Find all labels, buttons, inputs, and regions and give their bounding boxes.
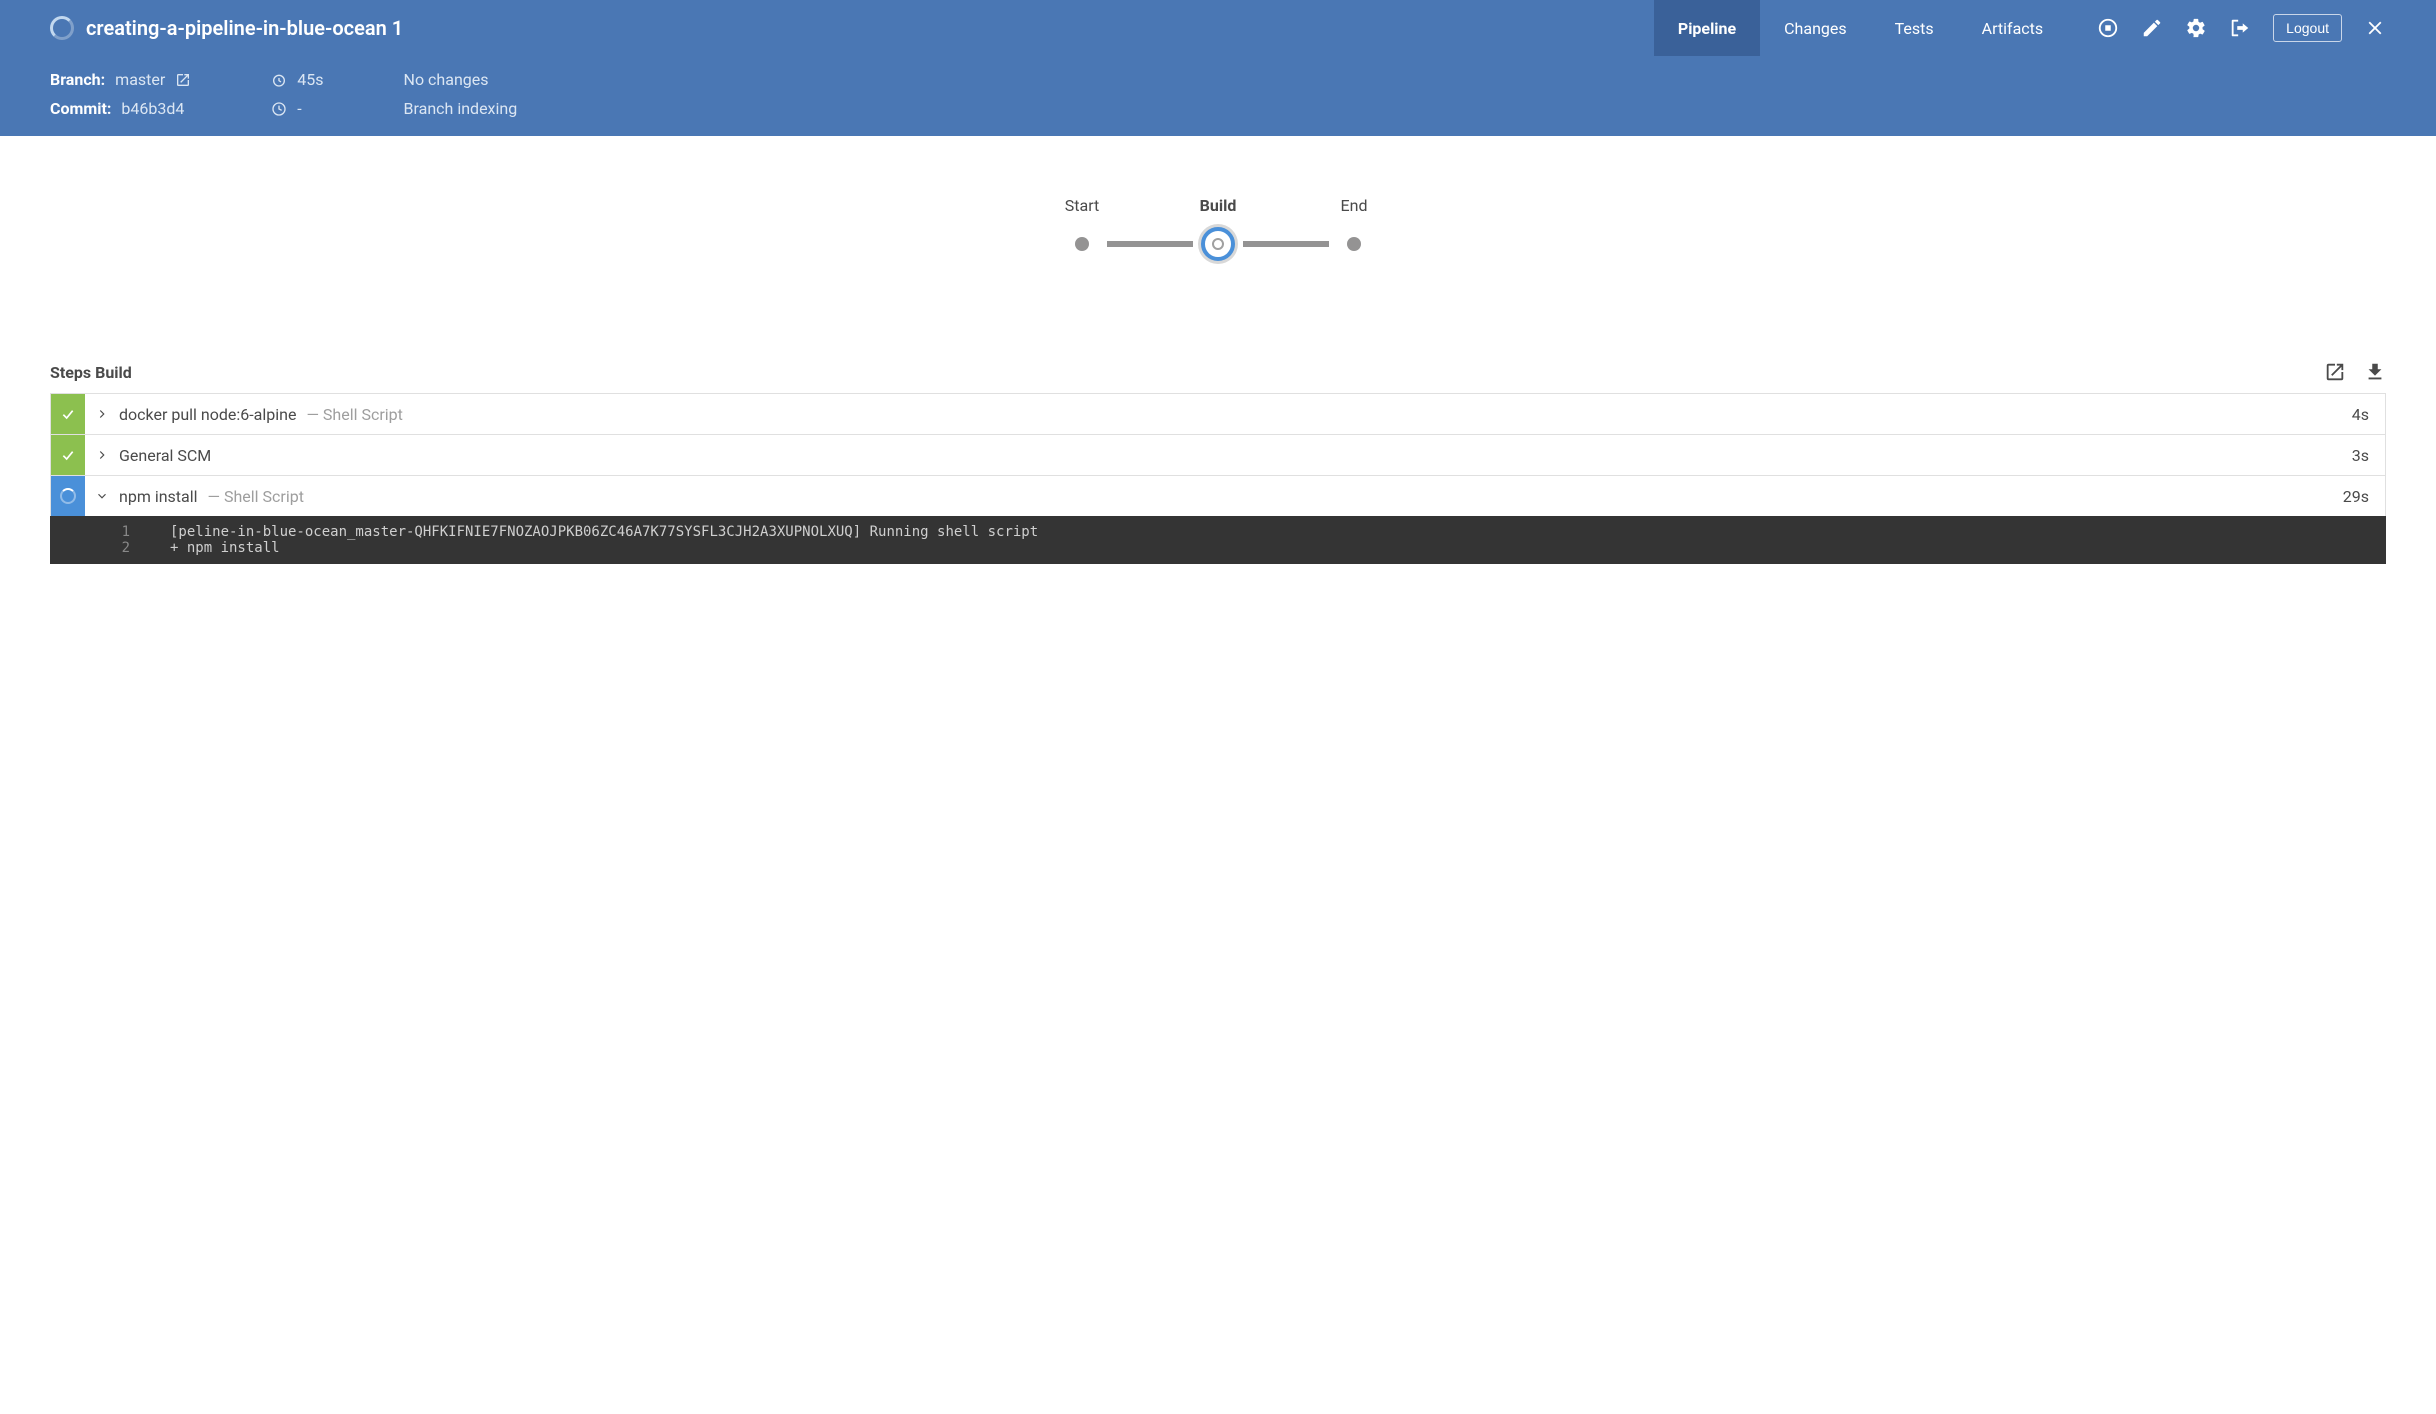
step-time: 4s [2352, 405, 2385, 424]
branch-value: master [115, 70, 165, 89]
step-time: 29s [2343, 487, 2385, 506]
page-title: creating-a-pipeline-in-blue-ocean 1 [50, 16, 403, 40]
duration-value: 45s [297, 70, 323, 89]
close-icon[interactable] [2364, 17, 2386, 39]
gear-icon[interactable] [2185, 17, 2207, 39]
console-line: 1[peline-in-blue-ocean_master-QHFKIFNIE7… [50, 524, 2386, 540]
steps-title: Steps Build [50, 363, 132, 382]
stage-label-start: Start [1057, 196, 1107, 215]
download-icon[interactable] [2364, 361, 2386, 383]
step-name: docker pull node:6-alpine [119, 405, 296, 424]
external-link-icon[interactable] [175, 72, 191, 88]
stopwatch-icon [271, 72, 287, 88]
changes-value: No changes [404, 70, 489, 89]
step-time: 3s [2352, 446, 2385, 465]
tab-artifacts[interactable]: Artifacts [1958, 0, 2068, 56]
step-row[interactable]: General SCM 3s [50, 434, 2386, 476]
elapsed-info: - [271, 99, 323, 118]
commit-value: b46b3d4 [121, 99, 184, 118]
running-icon [51, 476, 85, 516]
tab-tests[interactable]: Tests [1871, 0, 1958, 56]
branch-label: Branch: [50, 70, 105, 89]
changes-info: No changes [404, 70, 518, 89]
stage-node-build[interactable] [1193, 227, 1243, 261]
open-log-icon[interactable] [2324, 361, 2346, 383]
commit-label: Commit: [50, 99, 111, 118]
stage-label-end: End [1329, 196, 1379, 215]
rerun-icon[interactable] [2097, 17, 2119, 39]
step-row[interactable]: npm install — Shell Script 29s [50, 475, 2386, 517]
edit-icon[interactable] [2141, 17, 2163, 39]
chevron-right-icon[interactable] [85, 407, 119, 421]
elapsed-value: - [297, 99, 301, 118]
chevron-down-icon[interactable] [85, 489, 119, 503]
duration-info: 45s [271, 70, 323, 89]
title-text: creating-a-pipeline-in-blue-ocean 1 [86, 16, 403, 40]
branch-info: Branch: master [50, 70, 191, 89]
tab-pipeline[interactable]: Pipeline [1654, 0, 1760, 56]
exit-icon[interactable] [2229, 17, 2251, 39]
cause-value: Branch indexing [404, 99, 518, 118]
step-name: General SCM [119, 446, 211, 465]
logout-button[interactable]: Logout [2273, 14, 2342, 42]
step-name: npm install [119, 487, 198, 506]
check-icon [51, 394, 85, 434]
step-type: — Shell Script [208, 487, 304, 506]
step-row[interactable]: docker pull node:6-alpine — Shell Script 4… [50, 393, 2386, 435]
clock-icon [271, 101, 287, 117]
check-icon [51, 435, 85, 475]
stage-view: Start Build End [0, 136, 2436, 361]
console-output: 1[peline-in-blue-ocean_master-QHFKIFNIE7… [50, 516, 2386, 564]
status-running-icon [50, 16, 74, 40]
tab-changes[interactable]: Changes [1760, 0, 1871, 56]
cause-info: Branch indexing [404, 99, 518, 118]
stage-node-start[interactable] [1057, 237, 1107, 251]
chevron-right-icon[interactable] [85, 448, 119, 462]
commit-info: Commit: b46b3d4 [50, 99, 191, 118]
console-line: 2+ npm install [50, 540, 2386, 556]
stage-node-end[interactable] [1329, 237, 1379, 251]
stage-connector [1243, 241, 1329, 247]
stage-connector [1107, 241, 1193, 247]
step-type: — Shell Script [306, 405, 402, 424]
stage-label-build: Build [1193, 196, 1243, 215]
